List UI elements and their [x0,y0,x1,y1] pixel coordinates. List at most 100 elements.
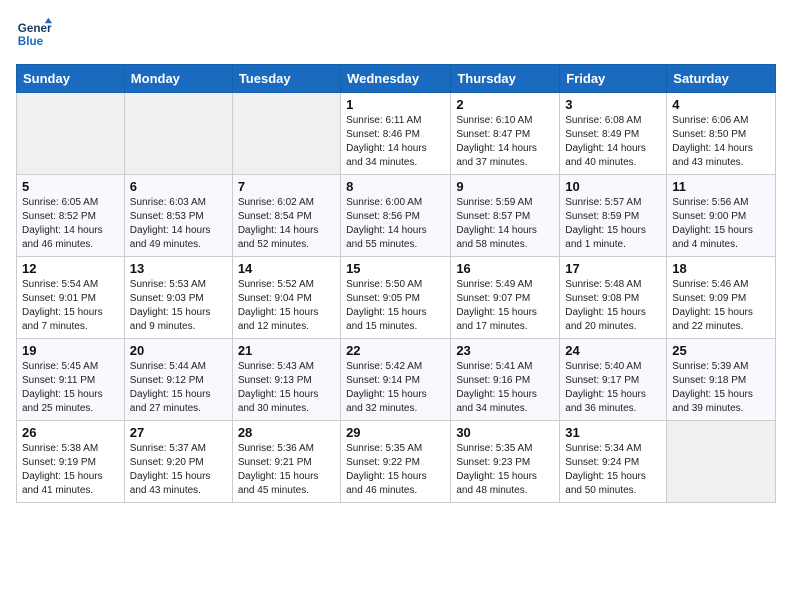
weekday-header-friday: Friday [560,65,667,93]
day-info: Sunrise: 5:53 AM Sunset: 9:03 PM Dayligh… [130,278,227,334]
day-number: 4 [672,97,770,112]
day-info: Sunrise: 5:35 AM Sunset: 9:23 PM Dayligh… [456,442,554,498]
day-number: 7 [238,179,335,194]
calendar-cell: 8 Sunrise: 6:00 AM Sunset: 8:56 PM Daylig… [341,175,451,257]
calendar-cell: 19 Sunrise: 5:45 AM Sunset: 9:11 PM Dayli… [17,339,125,421]
day-number: 3 [565,97,661,112]
calendar-cell: 28 Sunrise: 5:36 AM Sunset: 9:21 PM Dayli… [232,421,340,503]
calendar-cell: 11Sunrise: 5:56 AM Sunset: 9:00 PM Dayli… [667,175,776,257]
day-info: Sunrise: 5:35 AM Sunset: 9:22 PM Dayligh… [346,442,445,498]
day-number: 10 [565,179,661,194]
page-header: General Blue [16,16,776,52]
calendar-cell: 25 Sunrise: 5:39 AM Sunset: 9:18 PM Dayli… [667,339,776,421]
day-number: 12 [22,261,119,276]
day-info: Sunrise: 5:39 AM Sunset: 9:18 PM Dayligh… [672,360,770,416]
day-info: Sunrise: 5:41 AM Sunset: 9:16 PM Dayligh… [456,360,554,416]
day-number: 14 [238,261,335,276]
day-info: Sunrise: 5:48 AM Sunset: 9:08 PM Dayligh… [565,278,661,334]
calendar-cell [232,93,340,175]
calendar-cell: 30 Sunrise: 5:35 AM Sunset: 9:23 PM Dayli… [451,421,560,503]
calendar-cell [667,421,776,503]
weekday-header-thursday: Thursday [451,65,560,93]
calendar-cell: 22Sunrise: 5:42 AM Sunset: 9:14 PM Dayli… [341,339,451,421]
calendar-cell [17,93,125,175]
day-number: 30 [456,425,554,440]
logo: General Blue [16,16,56,52]
calendar-cell [124,93,232,175]
day-number: 25 [672,343,770,358]
day-info: Sunrise: 5:46 AM Sunset: 9:09 PM Dayligh… [672,278,770,334]
svg-text:General: General [18,22,52,35]
calendar-cell: 17 Sunrise: 5:48 AM Sunset: 9:08 PM Dayli… [560,257,667,339]
calendar-cell: 12 Sunrise: 5:54 AM Sunset: 9:01 PM Dayli… [17,257,125,339]
day-number: 24 [565,343,661,358]
day-info: Sunrise: 5:56 AM Sunset: 9:00 PM Dayligh… [672,196,770,252]
weekday-header-monday: Monday [124,65,232,93]
day-number: 17 [565,261,661,276]
calendar-cell: 20 Sunrise: 5:44 AM Sunset: 9:12 PM Dayli… [124,339,232,421]
weekday-header-sunday: Sunday [17,65,125,93]
weekday-header-wednesday: Wednesday [341,65,451,93]
day-info: Sunrise: 5:50 AM Sunset: 9:05 PM Dayligh… [346,278,445,334]
calendar-cell: 6 Sunrise: 6:03 AM Sunset: 8:53 PM Daylig… [124,175,232,257]
day-number: 29 [346,425,445,440]
calendar-week-row: 5Sunrise: 6:05 AM Sunset: 8:52 PM Daylig… [17,175,776,257]
day-number: 21 [238,343,335,358]
day-number: 18 [672,261,770,276]
weekday-header-tuesday: Tuesday [232,65,340,93]
weekday-header-saturday: Saturday [667,65,776,93]
logo-icon: General Blue [16,16,52,52]
day-number: 31 [565,425,661,440]
calendar-cell: 5Sunrise: 6:05 AM Sunset: 8:52 PM Daylig… [17,175,125,257]
day-number: 22 [346,343,445,358]
day-info: Sunrise: 6:08 AM Sunset: 8:49 PM Dayligh… [565,114,661,170]
calendar-cell: 18 Sunrise: 5:46 AM Sunset: 9:09 PM Dayli… [667,257,776,339]
day-info: Sunrise: 5:54 AM Sunset: 9:01 PM Dayligh… [22,278,119,334]
calendar-cell: 3 Sunrise: 6:08 AM Sunset: 8:49 PM Daylig… [560,93,667,175]
day-info: Sunrise: 5:45 AM Sunset: 9:11 PM Dayligh… [22,360,119,416]
calendar-cell: 2 Sunrise: 6:10 AM Sunset: 8:47 PM Daylig… [451,93,560,175]
calendar-cell: 1Sunrise: 6:11 AM Sunset: 8:46 PM Daylig… [341,93,451,175]
day-info: Sunrise: 6:00 AM Sunset: 8:56 PM Dayligh… [346,196,445,252]
day-info: Sunrise: 5:36 AM Sunset: 9:21 PM Dayligh… [238,442,335,498]
day-number: 26 [22,425,119,440]
day-info: Sunrise: 5:44 AM Sunset: 9:12 PM Dayligh… [130,360,227,416]
calendar-week-row: 12 Sunrise: 5:54 AM Sunset: 9:01 PM Dayli… [17,257,776,339]
day-number: 19 [22,343,119,358]
calendar-cell: 29 Sunrise: 5:35 AM Sunset: 9:22 PM Dayli… [341,421,451,503]
day-info: Sunrise: 6:06 AM Sunset: 8:50 PM Dayligh… [672,114,770,170]
day-number: 23 [456,343,554,358]
day-info: Sunrise: 5:52 AM Sunset: 9:04 PM Dayligh… [238,278,335,334]
calendar-cell: 31Sunrise: 5:34 AM Sunset: 9:24 PM Dayli… [560,421,667,503]
day-info: Sunrise: 6:02 AM Sunset: 8:54 PM Dayligh… [238,196,335,252]
calendar-cell: 10Sunrise: 5:57 AM Sunset: 8:59 PM Dayli… [560,175,667,257]
calendar-table: SundayMondayTuesdayWednesdayThursdayFrid… [16,64,776,503]
calendar-week-row: 26Sunrise: 5:38 AM Sunset: 9:19 PM Dayli… [17,421,776,503]
svg-text:Blue: Blue [18,35,44,48]
day-info: Sunrise: 5:40 AM Sunset: 9:17 PM Dayligh… [565,360,661,416]
day-info: Sunrise: 6:10 AM Sunset: 8:47 PM Dayligh… [456,114,554,170]
day-info: Sunrise: 5:37 AM Sunset: 9:20 PM Dayligh… [130,442,227,498]
day-number: 28 [238,425,335,440]
day-number: 5 [22,179,119,194]
day-number: 9 [456,179,554,194]
calendar-cell: 15 Sunrise: 5:50 AM Sunset: 9:05 PM Dayli… [341,257,451,339]
day-number: 6 [130,179,227,194]
day-info: Sunrise: 6:03 AM Sunset: 8:53 PM Dayligh… [130,196,227,252]
calendar-cell: 14 Sunrise: 5:52 AM Sunset: 9:04 PM Dayli… [232,257,340,339]
day-number: 2 [456,97,554,112]
day-number: 27 [130,425,227,440]
calendar-cell: 26Sunrise: 5:38 AM Sunset: 9:19 PM Dayli… [17,421,125,503]
calendar-cell: 9Sunrise: 5:59 AM Sunset: 8:57 PM Daylig… [451,175,560,257]
day-number: 8 [346,179,445,194]
day-number: 20 [130,343,227,358]
day-number: 13 [130,261,227,276]
calendar-week-row: 1Sunrise: 6:11 AM Sunset: 8:46 PM Daylig… [17,93,776,175]
calendar-cell: 4 Sunrise: 6:06 AM Sunset: 8:50 PM Daylig… [667,93,776,175]
day-info: Sunrise: 6:11 AM Sunset: 8:46 PM Dayligh… [346,114,445,170]
day-number: 15 [346,261,445,276]
calendar-cell: 24 Sunrise: 5:40 AM Sunset: 9:17 PM Dayli… [560,339,667,421]
day-info: Sunrise: 5:49 AM Sunset: 9:07 PM Dayligh… [456,278,554,334]
calendar-cell: 23 Sunrise: 5:41 AM Sunset: 9:16 PM Dayli… [451,339,560,421]
calendar-cell: 7 Sunrise: 6:02 AM Sunset: 8:54 PM Daylig… [232,175,340,257]
